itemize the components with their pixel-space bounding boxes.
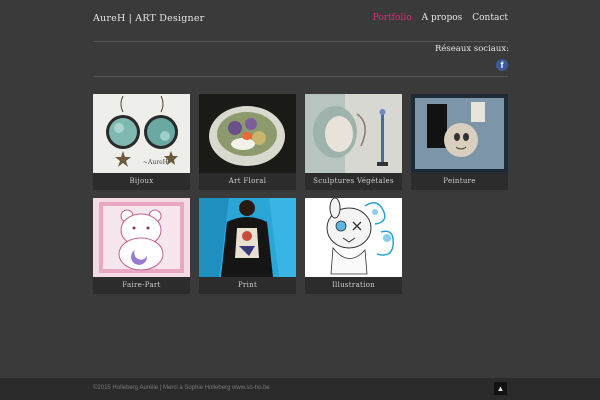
social-label: Réseaux sociaux: [434,44,509,54]
sculpture-photo [305,94,402,173]
header-divider [93,41,508,42]
site-title[interactable]: AureH | ART Designer [93,13,204,24]
header: AureH | ART Designer Portfolio A propos … [93,12,508,32]
bear-card-illustration [93,198,190,277]
portfolio-item-bijoux[interactable]: ~AureH Bijoux [93,94,190,190]
portfolio-item-label: Print [199,277,296,294]
portfolio-item-print[interactable]: Print [199,198,296,294]
portfolio-item-faire-part[interactable]: Faire-Part [93,198,190,294]
footer: ©2015 Holleberg Aurélie | Merci à Sophie… [0,378,600,400]
page: AureH | ART Designer Portfolio A propos … [0,0,600,400]
nav-portfolio[interactable]: Portfolio [373,13,412,23]
svg-text:~AureH: ~AureH [143,159,168,166]
portfolio-item-peinture[interactable]: Peinture [411,94,508,190]
portfolio-item-illustration[interactable]: Illustration [305,198,402,294]
nav-contact[interactable]: Contact [472,13,508,23]
portfolio-item-sculptures-vegetales[interactable]: Sculptures Végétales [305,94,402,190]
portfolio-item-label: Illustration [305,277,402,294]
portfolio-item-art-floral[interactable]: Art Floral [199,94,296,190]
portfolio-item-label: Faire-Part [93,277,190,294]
printed-tshirt-photo [199,198,296,277]
back-to-top-icon[interactable]: ▲ [494,382,507,395]
bunny-illustration [305,198,402,277]
facebook-icon[interactable]: f [496,59,508,71]
footer-copyright: ©2015 Holleberg Aurélie | Merci à Sophie… [93,385,270,391]
social-divider [93,76,508,77]
main-nav: Portfolio A propos Contact [373,13,508,23]
floral-bowl-photo [199,94,296,173]
portfolio-item-label: Sculptures Végétales [305,173,402,190]
nav-a-propos[interactable]: A propos [422,13,463,23]
painting-photo [411,94,508,173]
portfolio-item-label: Peinture [411,173,508,190]
portfolio-item-label: Bijoux [93,173,190,190]
earrings-photo: ~AureH [93,94,190,173]
portfolio-item-label: Art Floral [199,173,296,190]
